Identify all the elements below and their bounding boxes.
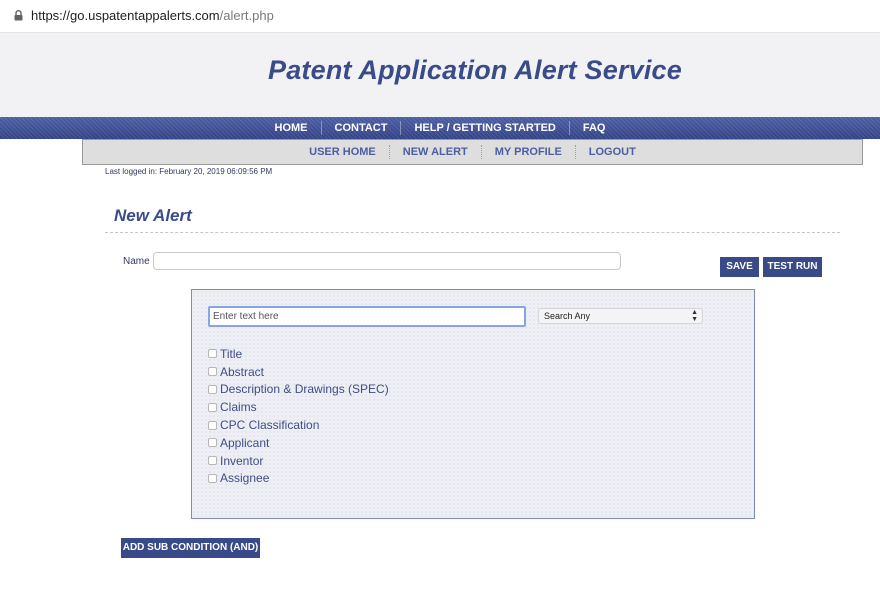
top-nav-home[interactable]: HOME [262,121,322,135]
url-text[interactable]: https://go.uspatentappalerts.com/alert.p… [31,8,274,23]
save-button[interactable]: SAVE [720,257,759,277]
checkbox-abstract[interactable] [208,367,217,377]
field-option-cpc: CPC Classification [208,416,389,434]
heading-divider [105,232,840,233]
field-option-abstract: Abstract [208,363,389,381]
field-option-inventor: Inventor [208,452,389,470]
sub-nav-new-alert[interactable]: NEW ALERT [390,145,482,159]
sub-nav-logout[interactable]: LOGOUT [576,145,649,159]
field-option-claims: Claims [208,398,389,416]
field-label-spec: Description & Drawings (SPEC) [220,382,389,397]
url-host: https://go.uspatentappalerts.com [31,8,220,23]
lock-icon [14,10,23,21]
sub-nav-my-profile[interactable]: MY PROFILE [482,145,576,159]
top-nav-faq[interactable]: FAQ [570,121,619,135]
page-title: New Alert [114,206,192,225]
top-nav: HOME CONTACT HELP / GETTING STARTED FAQ [0,117,880,139]
field-option-assignee: Assignee [208,470,389,488]
add-sub-condition-button[interactable]: ADD SUB CONDITION (AND) [121,538,260,558]
checkbox-assignee[interactable] [208,473,217,483]
top-nav-help[interactable]: HELP / GETTING STARTED [401,121,570,135]
alert-name-input[interactable] [153,252,621,270]
last-logged-text: Last logged in: February 20, 2019 06:09:… [105,167,273,176]
browser-address-bar[interactable]: https://go.uspatentappalerts.com/alert.p… [0,0,880,33]
checkbox-title[interactable] [208,349,217,359]
field-option-title: Title [208,345,389,363]
field-label-inventor: Inventor [220,453,264,468]
test-run-button[interactable]: TEST RUN [763,257,822,277]
select-arrows-icon: ▲ ▼ [691,309,698,323]
checkbox-inventor[interactable] [208,456,217,466]
field-label-applicant: Applicant [220,435,270,450]
checkbox-cpc[interactable] [208,420,217,430]
field-label-abstract: Abstract [220,364,265,379]
name-label: Name [123,256,150,267]
condition-panel: Search Any ▲▼ Title Abstract Description… [191,289,755,519]
sub-nav: USER HOME NEW ALERT MY PROFILE LOGOUT [82,139,863,165]
field-label-assignee: Assignee [220,471,270,486]
search-text-input[interactable] [208,306,526,327]
field-label-claims: Claims [220,400,257,415]
checkbox-applicant[interactable] [208,438,217,448]
url-path: /alert.php [219,8,274,23]
top-nav-contact[interactable]: CONTACT [322,121,402,135]
field-label-title: Title [220,346,243,361]
search-mode-value: Search Any [544,311,591,321]
field-option-applicant: Applicant [208,434,389,452]
sub-nav-user-home[interactable]: USER HOME [296,145,390,159]
site-header: Patent Application Alert Service [0,33,880,117]
site-title: Patent Application Alert Service [267,55,682,85]
field-checkbox-list: Title Abstract Description & Drawings (S… [208,345,389,487]
field-label-cpc: CPC Classification [220,418,320,433]
field-option-spec: Description & Drawings (SPEC) [208,381,389,399]
search-mode-select[interactable]: Search Any ▲ ▼ [538,308,703,324]
checkbox-claims[interactable] [208,402,217,412]
checkbox-spec[interactable] [208,384,217,394]
